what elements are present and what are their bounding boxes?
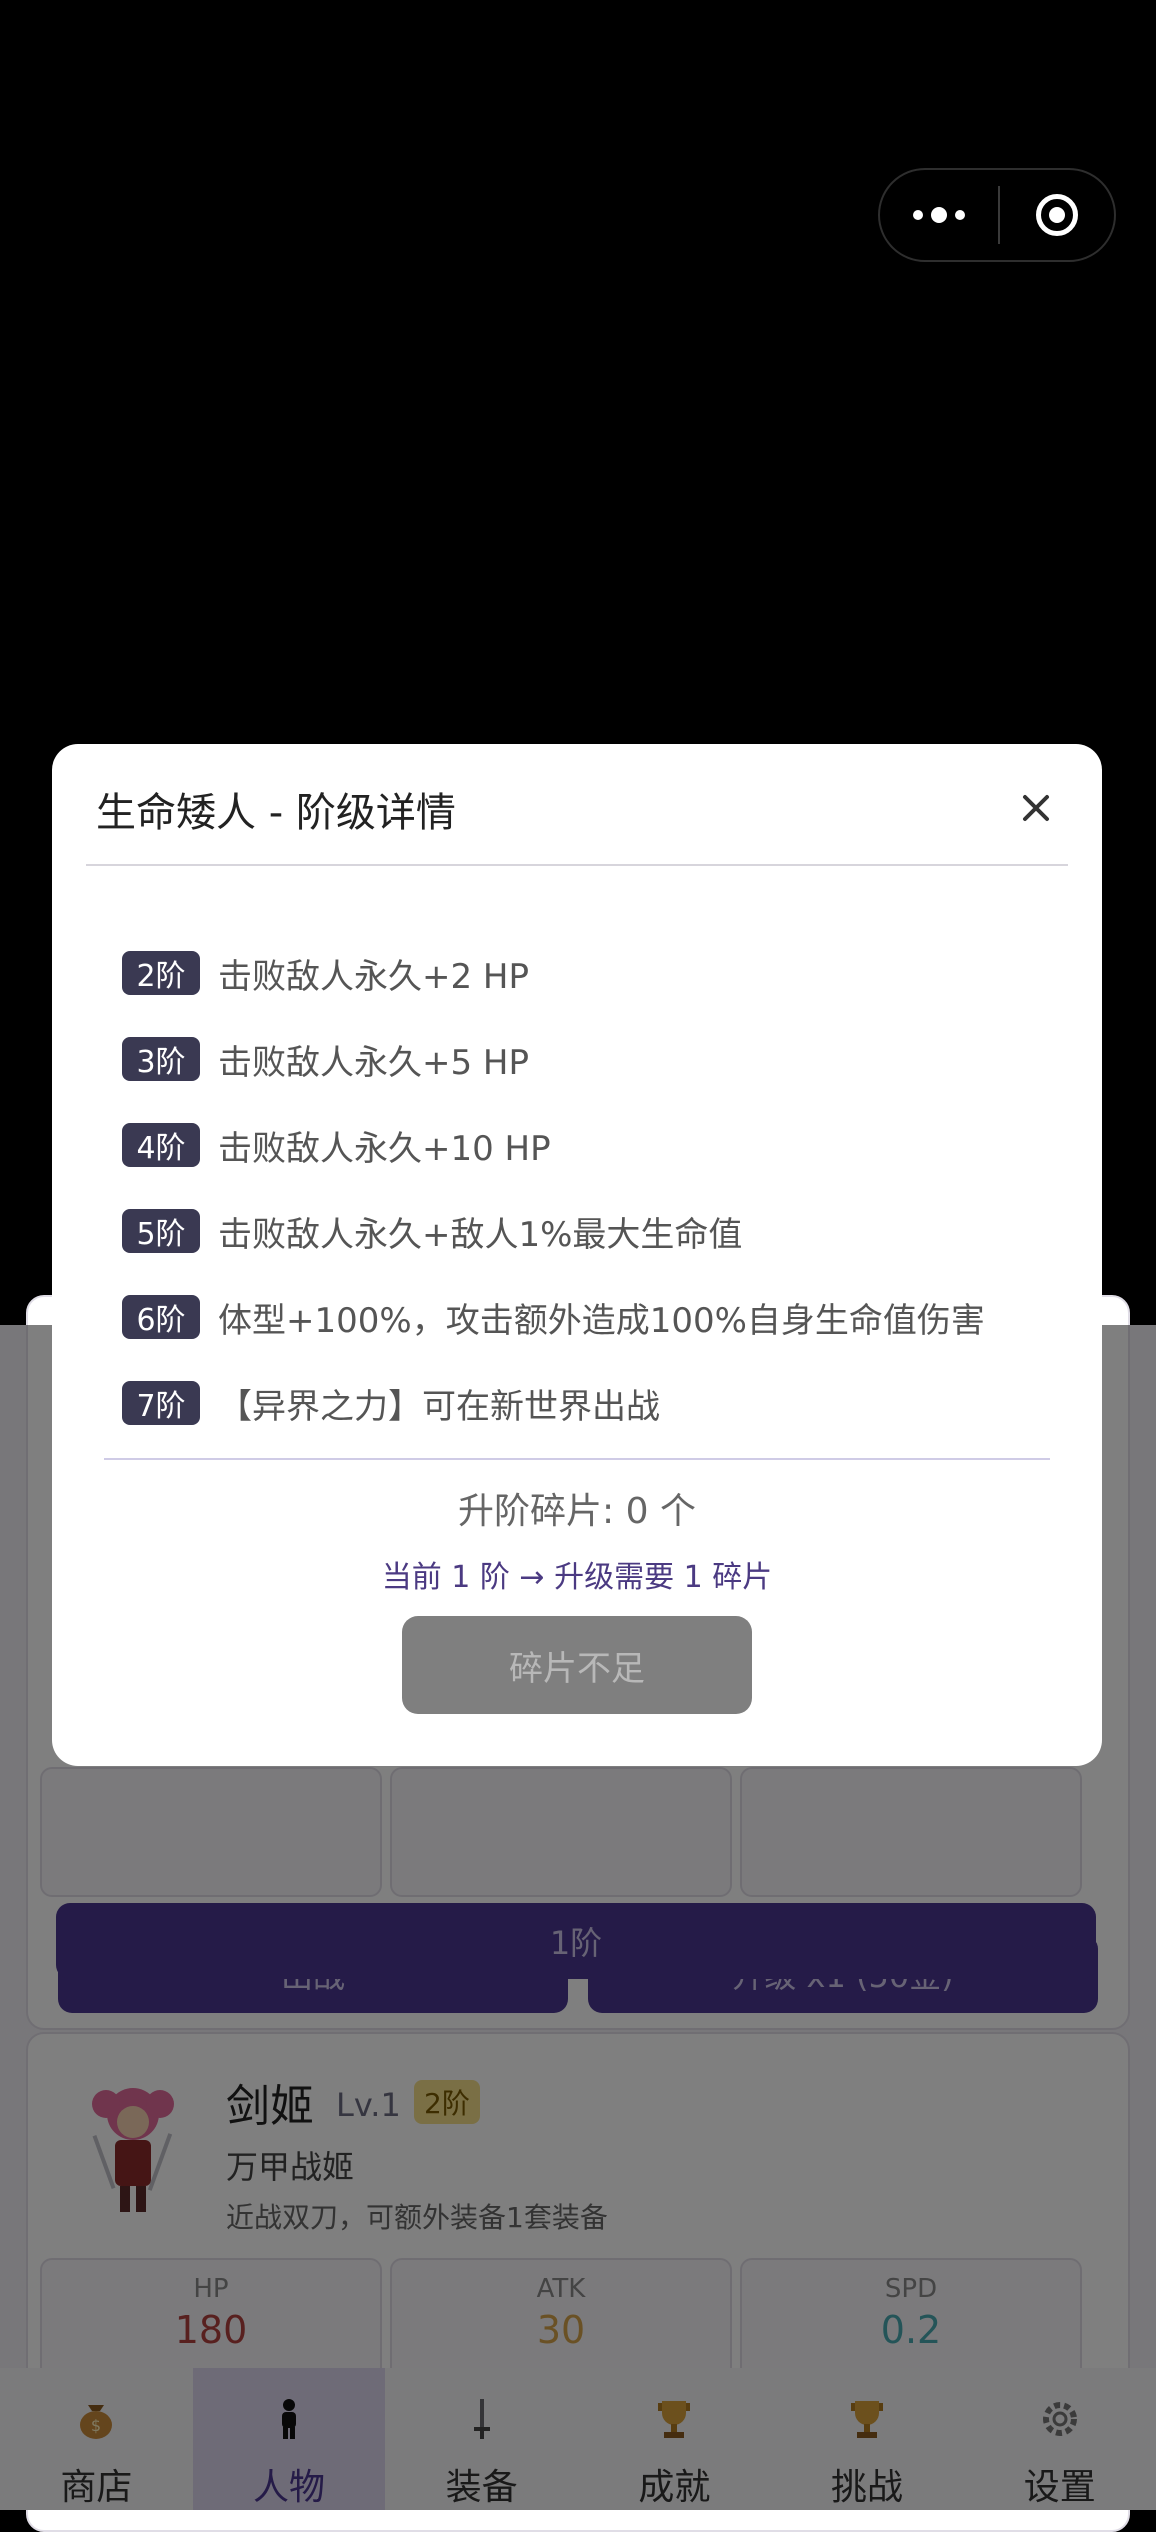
tier-item: 2阶 击败敌人永久+2 HP [122, 930, 985, 1016]
shard-count: 升阶碎片: 0 个 [458, 1491, 696, 1532]
tier-up-button[interactable]: 碎片不足 [402, 1616, 752, 1714]
tier-text: 体型+100%，攻击额外造成100%自身生命值伤害 [218, 1300, 985, 1341]
divider [104, 1458, 1050, 1460]
divider [86, 864, 1068, 866]
more-dot [913, 210, 923, 220]
tier-item: 3阶 击败敌人永久+5 HP [122, 1016, 985, 1102]
tier-badge: 3阶 [122, 1037, 200, 1081]
close-icon[interactable] [1012, 784, 1060, 832]
upgrade-requirement: 当前 1 阶 → 升级需要 1 碎片 [381, 1560, 773, 1595]
tier-item: 6阶 体型+100%，攻击额外造成100%自身生命值伤害 [122, 1274, 985, 1360]
tier-badge: 7阶 [122, 1381, 200, 1425]
more-button[interactable] [880, 170, 998, 260]
tier-list: 2阶 击败敌人永久+2 HP 3阶 击败敌人永久+5 HP 4阶 击败敌人永久+… [122, 930, 985, 1446]
tier-badge: 2阶 [122, 951, 200, 995]
tier-badge: 5阶 [122, 1209, 200, 1253]
more-dot [931, 207, 947, 223]
tier-item: 5阶 击败敌人永久+敌人1%最大生命值 [122, 1188, 985, 1274]
tier-details-modal: 生命矮人 - 阶级详情 2阶 击败敌人永久+2 HP 3阶 击败敌人永久+5 H… [52, 744, 1102, 1766]
tier-text: 击败敌人永久+敌人1%最大生命值 [218, 1214, 743, 1255]
tier-text: 击败敌人永久+5 HP [218, 1042, 529, 1083]
tier-text: 击败敌人永久+10 HP [218, 1128, 551, 1169]
mini-program-capsule [878, 168, 1116, 262]
tier-badge: 4阶 [122, 1123, 200, 1167]
target-icon [1036, 194, 1078, 236]
modal-title: 生命矮人 - 阶级详情 [96, 790, 456, 836]
close-mini-program-button[interactable] [1000, 194, 1114, 236]
tier-item: 4阶 击败敌人永久+10 HP [122, 1102, 985, 1188]
tier-text: 【异界之力】可在新世界出战 [218, 1386, 660, 1427]
tier-item: 7阶 【异界之力】可在新世界出战 [122, 1360, 985, 1446]
tier-text: 击败敌人永久+2 HP [218, 956, 529, 997]
tier-badge: 6阶 [122, 1295, 200, 1339]
more-dot [955, 210, 965, 220]
